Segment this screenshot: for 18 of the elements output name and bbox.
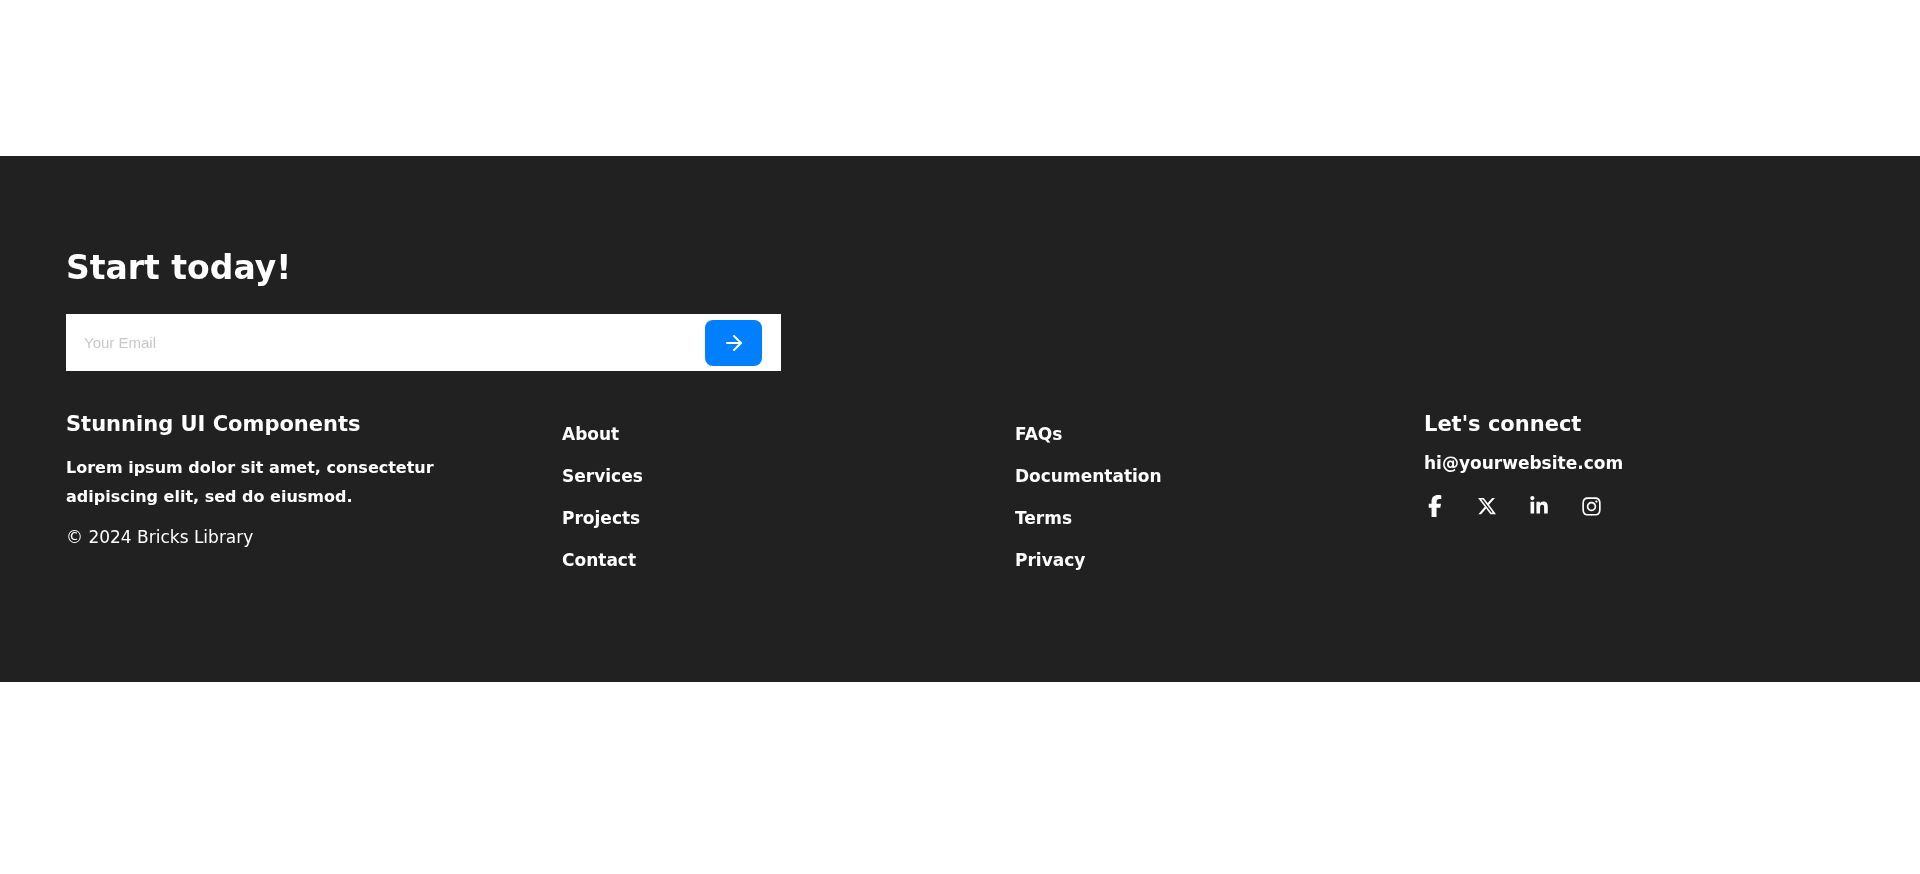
footer-link[interactable]: FAQs <box>1015 423 1063 446</box>
copyright-text: © 2024 Bricks Library <box>66 526 254 549</box>
footer-link[interactable]: Documentation <box>1015 465 1162 488</box>
footer-link[interactable]: Contact <box>562 549 637 572</box>
footer-link[interactable]: Services <box>562 465 643 488</box>
submit-button[interactable] <box>705 319 762 366</box>
signup-title: Start today! <box>66 248 293 288</box>
connect-title: Let's connect <box>1424 411 1582 438</box>
x-logo-icon[interactable] <box>1476 496 1498 516</box>
footer-link[interactable]: Terms <box>1015 507 1073 530</box>
footer-link[interactable]: Projects <box>562 507 641 530</box>
brand-title: Stunning UI Components <box>66 411 361 438</box>
brand-description: Lorem ipsum dolor sit amet, consectetur adipiscing elit, sed do eiusmod. <box>66 457 435 508</box>
footer-link[interactable]: About <box>562 423 620 446</box>
footer-link[interactable]: Privacy <box>1015 549 1086 572</box>
linkedin-icon[interactable] <box>1528 496 1550 516</box>
email-link[interactable]: hi@yourwebsite.com <box>1424 451 1624 475</box>
instagram-icon[interactable] <box>1580 495 1602 517</box>
